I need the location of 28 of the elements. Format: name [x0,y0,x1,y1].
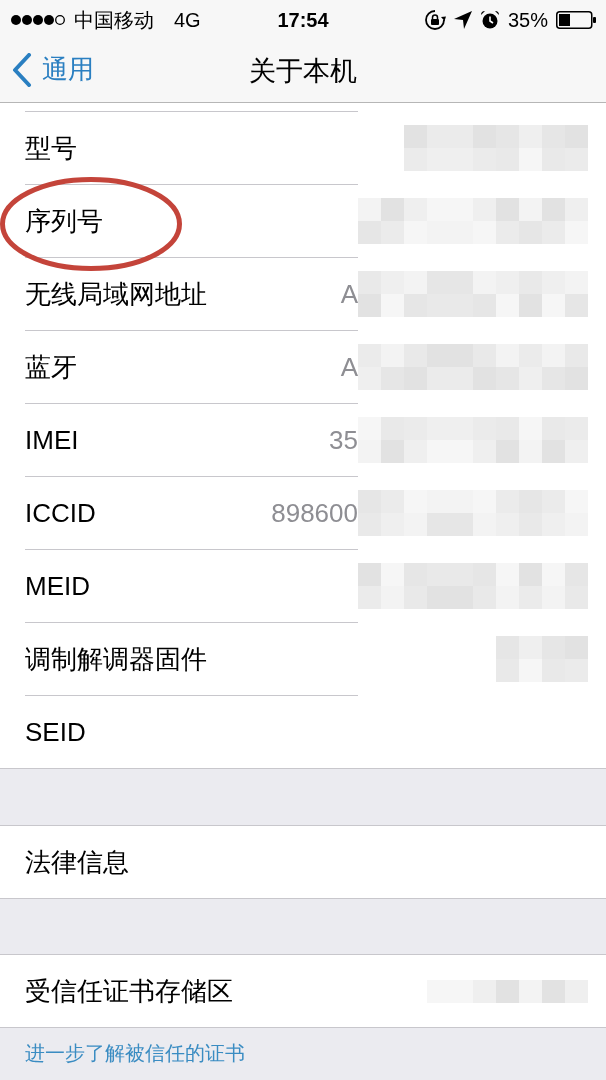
row-label: MEID [25,570,90,602]
status-time: 17:54 [277,8,329,32]
row-value: A [340,351,358,383]
row-label: 蓝牙 [25,350,77,384]
battery-percent: 35% [507,8,548,32]
row-label: 序列号 [25,204,103,238]
carrier-name: 中国移动 [74,7,154,33]
page-title: 关于本机 [249,55,357,88]
location-arrow-icon [453,11,472,29]
row-label: IMEI [25,424,79,456]
certificate-info-link[interactable]: 进一步了解被信任的证书 [25,1042,245,1064]
row-label: 无线局域网地址 [25,277,207,311]
row-label: 调制解调器固件 [25,642,207,676]
rotation-lock-icon [423,9,446,31]
alarm-clock-icon [479,10,500,30]
row-label: SEID [25,716,86,748]
row-value: A [340,278,358,310]
row-label: 法律信息 [25,845,129,879]
back-chevron-icon [12,52,32,87]
row-label: 受信任证书存储区 [25,974,233,1008]
network-type: 4G [174,8,201,32]
battery-icon [556,11,596,29]
row-label: ICCID [25,497,96,529]
row-label: 型号 [25,131,77,165]
row-value: 898600 [271,497,358,529]
row-value: 35 [329,424,358,456]
signal-strength-icon [10,14,66,26]
back-button[interactable]: 通用 [12,52,94,87]
